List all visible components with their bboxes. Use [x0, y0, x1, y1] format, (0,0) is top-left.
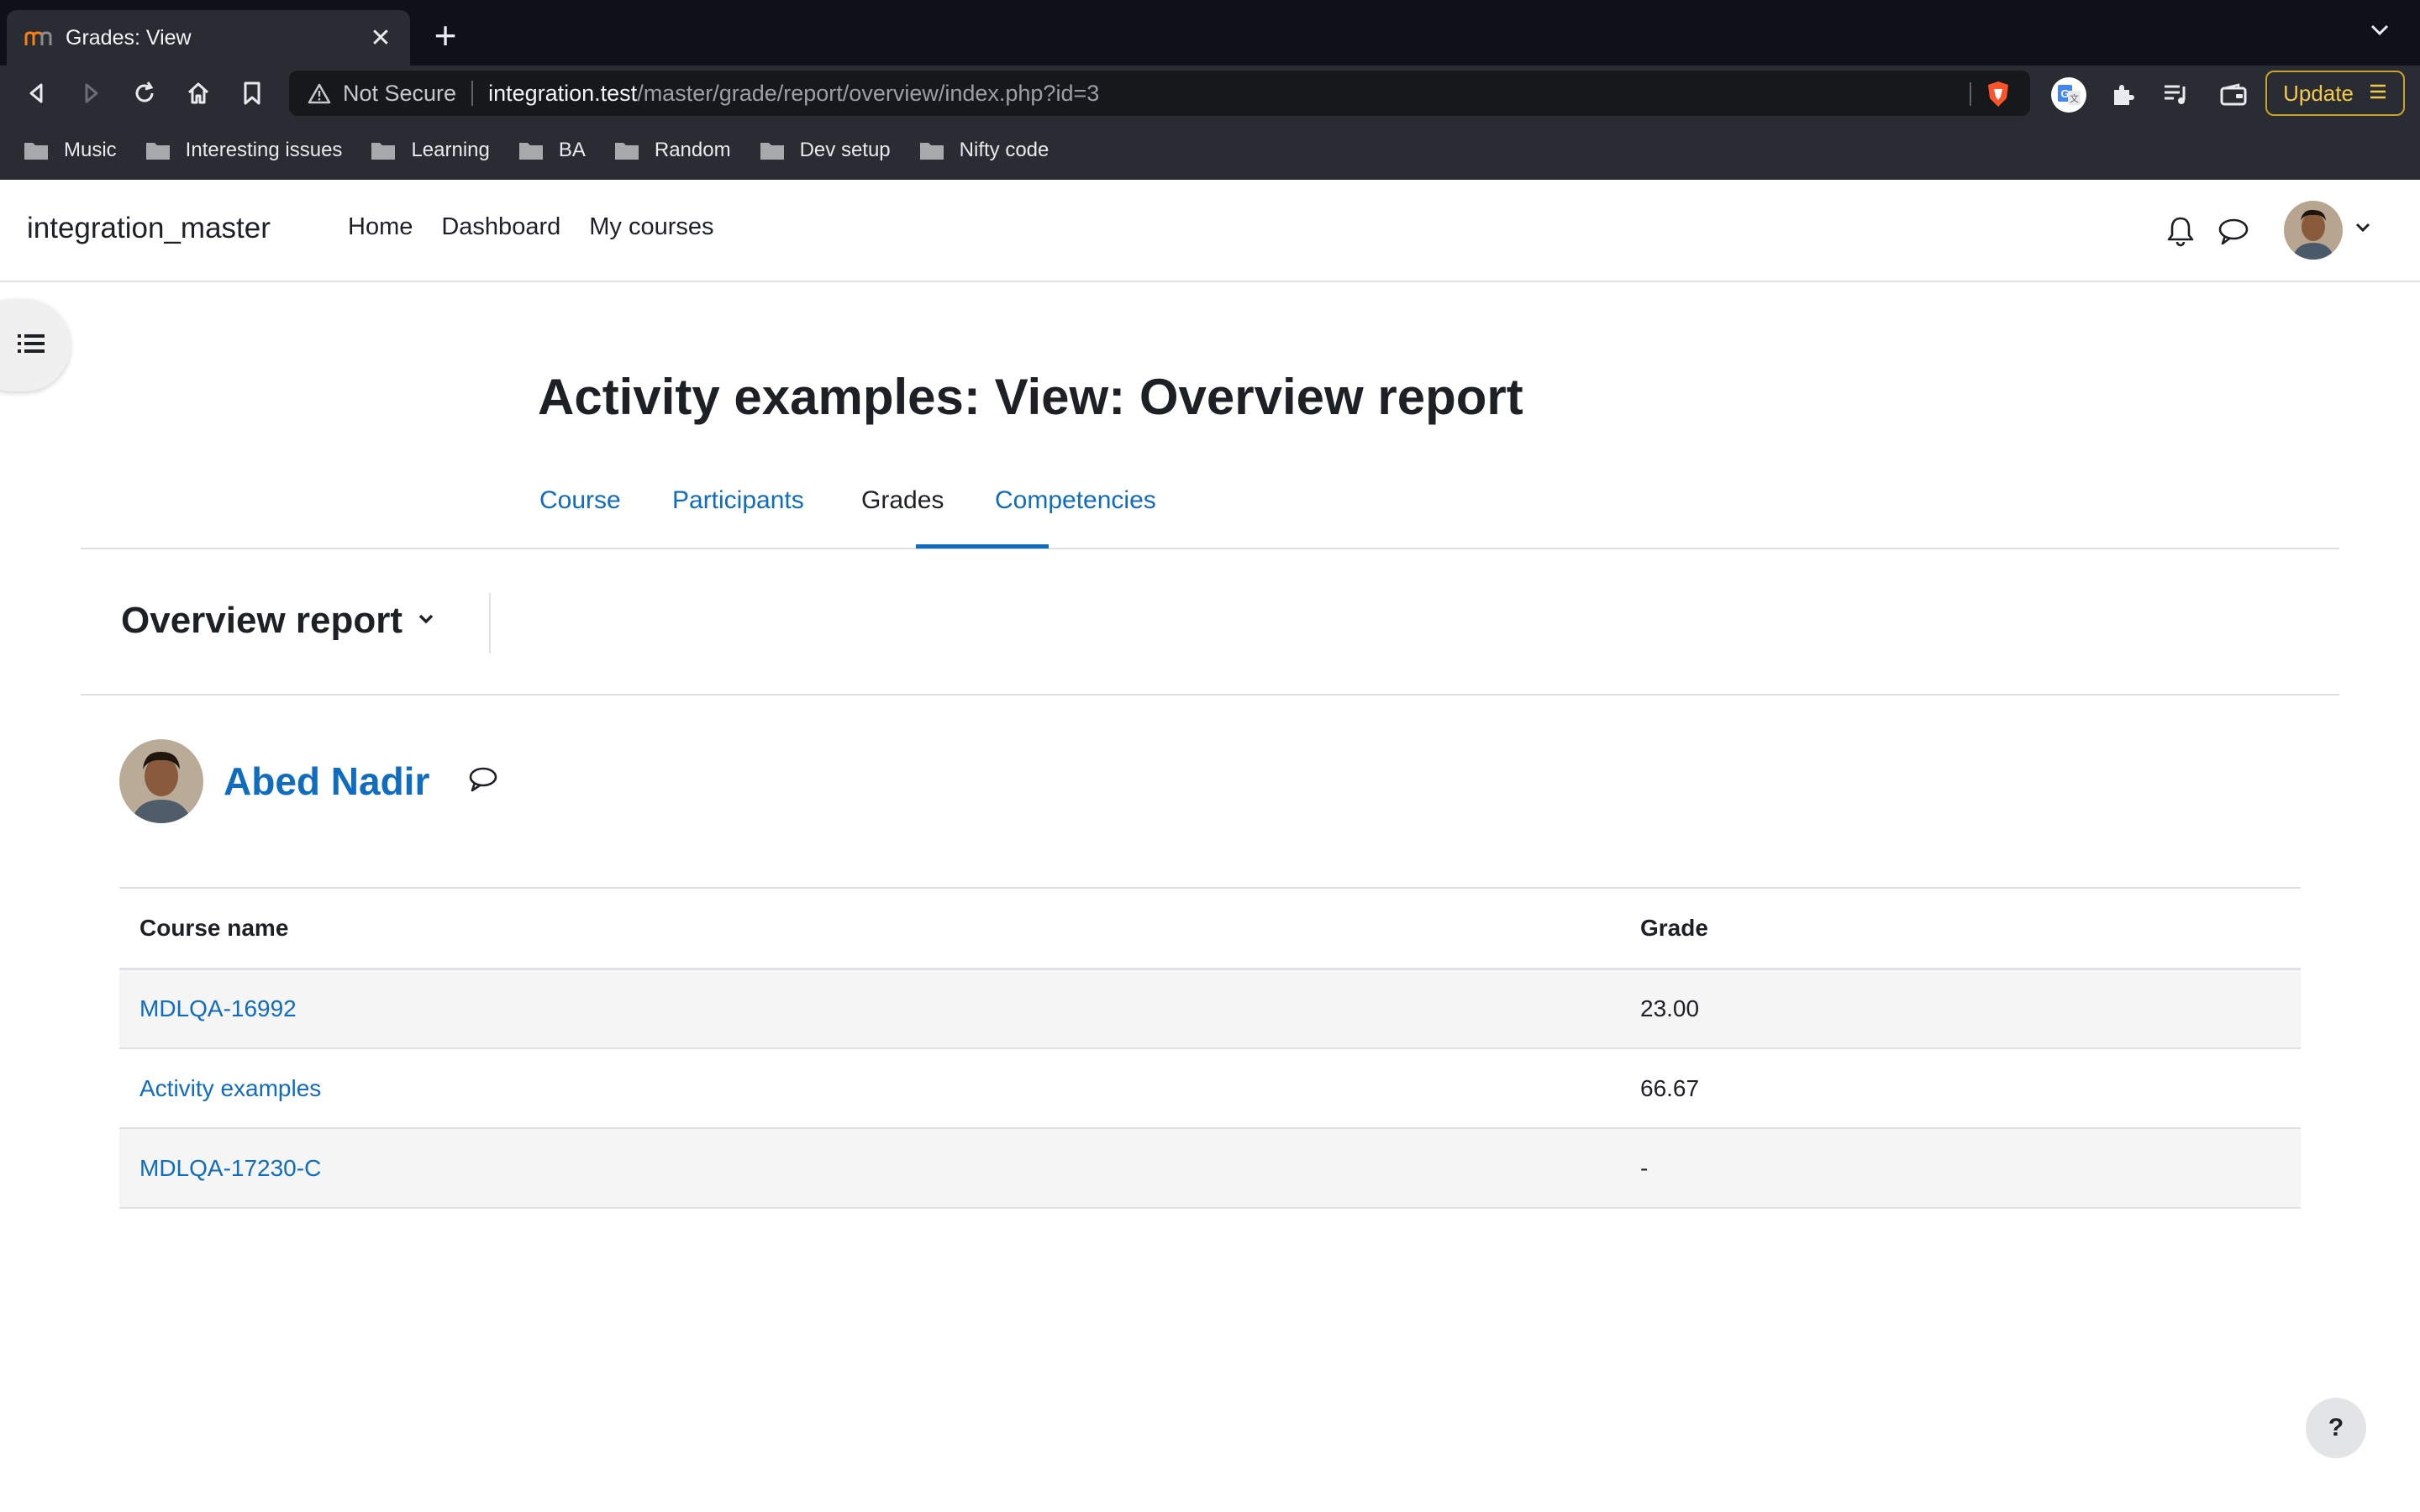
folder-icon [518, 143, 543, 160]
table-row: MDLQA-17230-C - [119, 1128, 2301, 1209]
grade-value: - [1620, 1128, 2301, 1209]
avatar[interactable] [119, 739, 203, 823]
url-path: /master/grade/report/overview/index.php?… [637, 80, 1100, 106]
primary-navigation: Home Dashboard My courses [348, 213, 714, 241]
url-host: integration.test [488, 80, 638, 106]
warning-icon[interactable] [308, 82, 331, 104]
tab-close-icon[interactable]: ✕ [368, 24, 393, 53]
nav-link-home[interactable]: Home [348, 213, 413, 241]
chevron-down-icon [418, 613, 434, 629]
tab-participants[interactable]: Participants [672, 482, 804, 548]
grade-value: 23.00 [1620, 969, 2301, 1049]
folder-icon [371, 143, 396, 160]
wallet-icon[interactable] [2215, 76, 2252, 113]
site-navbar: integration_master Home Dashboard My cou… [0, 180, 2420, 282]
back-arrow-icon[interactable] [20, 76, 54, 110]
list-icon [17, 332, 45, 360]
bookmarks-bar: Music Interesting issues Learning BA Ran… [0, 121, 2420, 180]
address-right-separator [1970, 82, 1971, 106]
page-title: Activity examples: View: Overview report [538, 369, 1523, 425]
moodle-favicon-icon [24, 26, 54, 50]
bookmark-folder-music[interactable]: Music [24, 139, 117, 162]
browser-tab-strip: Grades: View ✕ + [0, 0, 2420, 66]
bookmark-folder-nifty-code[interactable]: Nifty code [919, 139, 1050, 162]
google-translate-icon[interactable]: G文 [2050, 76, 2087, 113]
media-queue-icon[interactable] [2158, 76, 2195, 113]
bookmark-folder-interesting-issues[interactable]: Interesting issues [145, 139, 343, 162]
course-index-drawer-toggle[interactable] [0, 299, 71, 391]
grade-value: 66.67 [1620, 1048, 2301, 1129]
bookmark-icon[interactable] [235, 76, 269, 110]
report-selector-label: Overview report [121, 600, 403, 641]
course-name-link[interactable]: MDLQA-16992 [119, 969, 1620, 1049]
active-tab-indicator [916, 544, 1049, 549]
security-status[interactable]: Not Secure [343, 81, 456, 107]
report-navigation: Overview report [81, 551, 2339, 696]
bookmark-label: Music [64, 139, 117, 161]
bookmark-label: BA [558, 139, 586, 161]
hamburger-menu-icon [2369, 82, 2387, 105]
user-menu-chevron-icon[interactable] [2354, 222, 2371, 238]
bell-icon[interactable] [2165, 215, 2196, 253]
chat-icon[interactable] [2217, 217, 2249, 251]
column-header-grade: Grade [1620, 887, 2301, 970]
bookmark-folder-ba[interactable]: BA [518, 139, 586, 162]
help-question-button[interactable]: ? [2306, 1398, 2366, 1458]
table-row: Activity examples 66.67 [119, 1048, 2301, 1129]
bookmark-label: Learning [411, 139, 490, 161]
bookmark-label: Dev setup [799, 139, 891, 161]
bookmark-label: Nifty code [959, 139, 1050, 161]
tab-course[interactable]: Course [539, 482, 621, 548]
nav-link-my-courses[interactable]: My courses [589, 213, 713, 241]
address-bar[interactable]: Not Secure integration.test /master/grad… [289, 71, 2030, 116]
forward-arrow-icon[interactable] [74, 76, 108, 110]
bookmark-label: Interesting issues [185, 139, 343, 161]
home-icon[interactable] [182, 76, 215, 110]
brave-shield-icon[interactable] [1985, 80, 2012, 113]
course-name-link[interactable]: Activity examples [119, 1048, 1620, 1129]
user-name-link[interactable]: Abed Nadir [224, 759, 429, 804]
report-divider [489, 593, 491, 654]
table-header-row: Course name Grade [119, 887, 2301, 970]
site-name[interactable]: integration_master [27, 212, 271, 245]
bookmark-label: Random [654, 139, 731, 161]
bookmark-folder-dev-setup[interactable]: Dev setup [760, 139, 891, 162]
folder-icon [24, 143, 48, 160]
table-row: MDLQA-16992 23.00 [119, 969, 2301, 1049]
bookmark-folder-random[interactable]: Random [614, 139, 731, 162]
bookmark-folder-learning[interactable]: Learning [371, 139, 490, 162]
secondary-navigation: Course Participants Grades Competencies [81, 470, 2339, 549]
folder-icon [145, 143, 170, 160]
update-label: Update [2283, 80, 2354, 106]
tab-title: Grades: View [66, 25, 192, 50]
grades-table: Course name Grade MDLQA-16992 23.00 Acti… [119, 887, 2301, 1209]
new-tab-button[interactable]: + [429, 16, 462, 55]
update-button[interactable]: Update [2265, 71, 2405, 116]
user-header: Abed Nadir [119, 739, 498, 823]
message-chat-icon[interactable] [468, 765, 498, 798]
user-menu-avatar[interactable] [2284, 201, 2343, 260]
folder-icon [919, 143, 944, 160]
folder-icon [614, 143, 639, 160]
nav-link-dashboard[interactable]: Dashboard [441, 213, 560, 241]
course-name-link[interactable]: MDLQA-17230-C [119, 1128, 1620, 1209]
browser-tab[interactable]: Grades: View ✕ [7, 10, 410, 66]
tab-competencies[interactable]: Competencies [995, 482, 1156, 548]
svg-text:文: 文 [2070, 92, 2079, 104]
folder-icon [760, 143, 784, 160]
reload-icon[interactable] [128, 76, 161, 110]
tab-search-chevron-icon[interactable] [2370, 24, 2390, 41]
address-separator [471, 81, 474, 106]
browser-toolbar: Not Secure integration.test /master/grad… [0, 66, 2420, 121]
column-header-course-name: Course name [119, 887, 1620, 970]
extensions-puzzle-icon[interactable] [2104, 76, 2141, 113]
tab-grades[interactable]: Grades [861, 482, 944, 548]
report-selector-dropdown[interactable]: Overview report [121, 600, 434, 642]
